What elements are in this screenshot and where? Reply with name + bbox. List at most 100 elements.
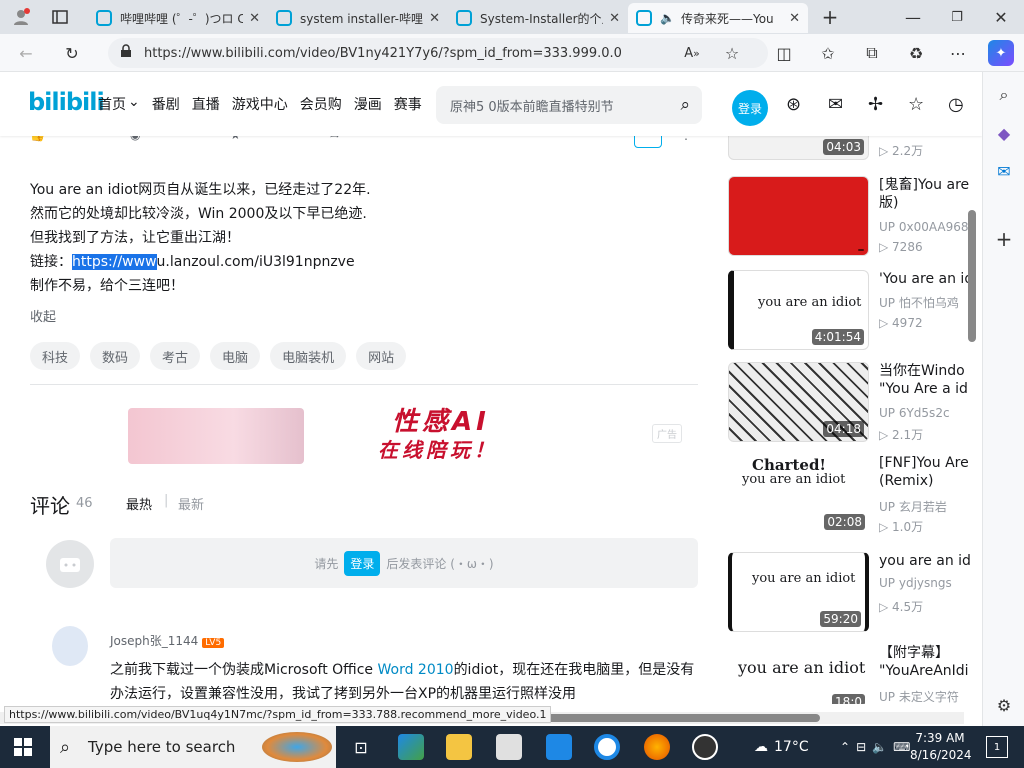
notification-icon[interactable]: 1 [986,736,1008,758]
selected-link-text[interactable]: https://www [72,254,157,270]
recommend-item[interactable]: 04:18 当你在Windo "You Are a id UP 6Yd5s2c ▷… [728,362,982,442]
site-search-input[interactable]: 原神5 0版本前瞻直播特别节 ⌕ [436,86,702,124]
speaker-icon[interactable]: 🔈 [660,11,675,25]
tab-actions-icon[interactable] [48,6,72,28]
tab-2[interactable]: system installer-哔哩 ✕ [268,3,448,33]
outlook-icon[interactable]: ✉ [991,158,1017,184]
search-icon[interactable]: ⌕ [991,82,1017,108]
weather[interactable]: ☁ 17°C [754,726,809,768]
extensions-icon[interactable]: ♻ [904,41,928,65]
store-icon[interactable] [496,734,522,760]
avatar[interactable] [52,626,88,666]
nav-anime[interactable]: 番剧 [152,94,180,114]
search-icon[interactable]: ⌕ [680,95,690,115]
split-screen-icon[interactable]: ◫ [772,41,796,65]
window-close-icon[interactable]: ✕ [986,6,1016,28]
login-button[interactable]: 登录 [344,550,381,576]
up-name[interactable]: 怕不怕乌鸡 [899,296,959,310]
history-icon[interactable]: ◷ [948,94,964,115]
recommend-item[interactable]: you are an idiot 4:01:54 'You are an id U… [728,270,982,350]
nav-manga[interactable]: 漫画 [354,94,382,114]
login-button[interactable]: 登录 [732,90,768,126]
ad-banner[interactable]: 性感AI 在线陪玩！ 广告 [128,408,688,464]
profile-icon[interactable] [8,6,34,28]
comment-username[interactable]: Joseph张_1144 LV5 [110,632,225,649]
favorites-icon[interactable]: ✩ [816,41,840,65]
nav-live[interactable]: 直播 [192,94,220,114]
sort-hot[interactable]: 最热 [126,494,152,513]
nav-home[interactable]: 首页 [98,94,126,114]
close-icon[interactable]: ✕ [249,11,260,26]
favorite-star-icon[interactable]: ☆ [720,41,744,65]
firefox-icon[interactable] [644,734,670,760]
chevron-down-icon[interactable]: ⌄ [128,94,140,114]
copilot-icon[interactable]: ✦ [988,40,1014,66]
close-icon[interactable]: ✕ [789,11,800,26]
restore-icon[interactable]: ❐ [942,6,972,28]
comment-input[interactable]: 请先 登录 后发表评论 (・ω・) [110,538,698,588]
volume-icon[interactable]: 🔈 [872,740,887,754]
close-icon[interactable]: ✕ [609,11,620,26]
tab-4[interactable]: 🔈 传奇来死——You ✕ [628,3,808,33]
video-thumbnail[interactable]: you are an idiot 59:20 [728,552,869,632]
discover-icon[interactable]: ◆ [991,120,1017,146]
tag[interactable]: 网站 [356,342,407,370]
url-field[interactable]: https://www.bilibili.com/video/BV1ny421Y… [108,38,768,68]
recommend-item[interactable]: Charted! you are an idiot 02:08 [FNF]You… [728,454,982,534]
windows-start-icon[interactable] [12,736,34,758]
sort-new[interactable]: 最新 [178,494,204,513]
video-thumbnail[interactable]: you are an idiot 18:0 [728,644,869,704]
search-link[interactable]: Word 2010 [377,662,453,678]
tab-1[interactable]: 哔哩哔哩 (゜-゜)つロ Che ✕ [88,3,268,33]
lock-icon[interactable] [120,44,132,62]
chevron-up-icon[interactable]: ⌃ [840,740,850,754]
chrome-icon[interactable] [594,734,620,760]
tag[interactable]: 科技 [30,342,81,370]
media-player-icon[interactable] [692,734,718,760]
bilibili-logo[interactable]: bilibili [28,88,105,116]
up-name[interactable]: 0x00AA968 [899,220,969,234]
up-name[interactable]: 未定义字符 [899,690,959,704]
video-thumbnail[interactable]: Charted! you are an idiot 02:08 [728,454,869,534]
vip-icon[interactable]: ⊛ [786,94,801,115]
input-icon[interactable]: ⌨ [893,740,910,754]
file-explorer-icon[interactable] [446,734,472,760]
task-view-icon[interactable]: ⊡ [350,736,372,758]
dynamic-icon[interactable]: ✢ [868,94,883,115]
favorites-icon[interactable]: ☆ [908,94,924,115]
link-text[interactable]: u.lanzoul.com/iU3l91npnzve [157,254,355,270]
recommend-item[interactable]: [鬼畜]You are 版) UP 0x00AA968 ▷ 7286 [728,176,982,256]
new-tab-icon[interactable]: + [818,5,842,29]
tab-3[interactable]: System-Installer的个人 ✕ [448,3,628,33]
up-name[interactable]: 玄月若岩 [899,500,947,514]
edge-icon[interactable] [398,734,424,760]
recommend-item[interactable]: you are an idiot 59:20 you are an id UP y… [728,552,982,632]
clock[interactable]: 7:39 AM 8/16/2024 [910,730,972,764]
refresh-icon[interactable]: ↻ [60,41,84,65]
video-thumbnail[interactable] [728,176,869,256]
recommend-item[interactable]: you are an idiot 18:0 【附字幕】 "YouAreAnIdi U… [728,644,982,704]
nav-game-center[interactable]: 游戏中心 [232,94,288,114]
video-thumbnail[interactable]: 04:18 [728,362,869,442]
tag[interactable]: 考古 [150,342,201,370]
collections-icon[interactable]: ⧉ [860,41,884,65]
tag[interactable]: 数码 [90,342,141,370]
vertical-scrollbar[interactable] [968,210,976,342]
video-thumbnail[interactable]: you are an idiot 4:01:54 [728,270,869,350]
more-menu-icon[interactable]: ⋯ [946,41,970,65]
mail-icon[interactable] [546,734,572,760]
network-icon[interactable]: ⊟ [856,740,866,754]
add-sidebar-app-icon[interactable]: + [991,226,1017,252]
up-name[interactable]: 6Yd5s2c [899,406,950,420]
collapse-button[interactable]: 收起 [30,306,56,325]
close-icon[interactable]: ✕ [429,11,440,26]
tag[interactable]: 电脑 [210,342,261,370]
minimize-icon[interactable]: — [898,6,928,28]
back-icon[interactable]: ← [14,41,38,65]
taskbar-search[interactable]: ⌕ Type here to search [50,726,336,768]
up-name[interactable]: ydjysngs [899,576,952,590]
scrollbar-thumb[interactable] [540,714,820,722]
username[interactable]: Joseph张_1144 [110,634,198,648]
tag[interactable]: 电脑装机 [270,342,347,370]
read-aloud-icon[interactable]: A» [680,41,704,65]
